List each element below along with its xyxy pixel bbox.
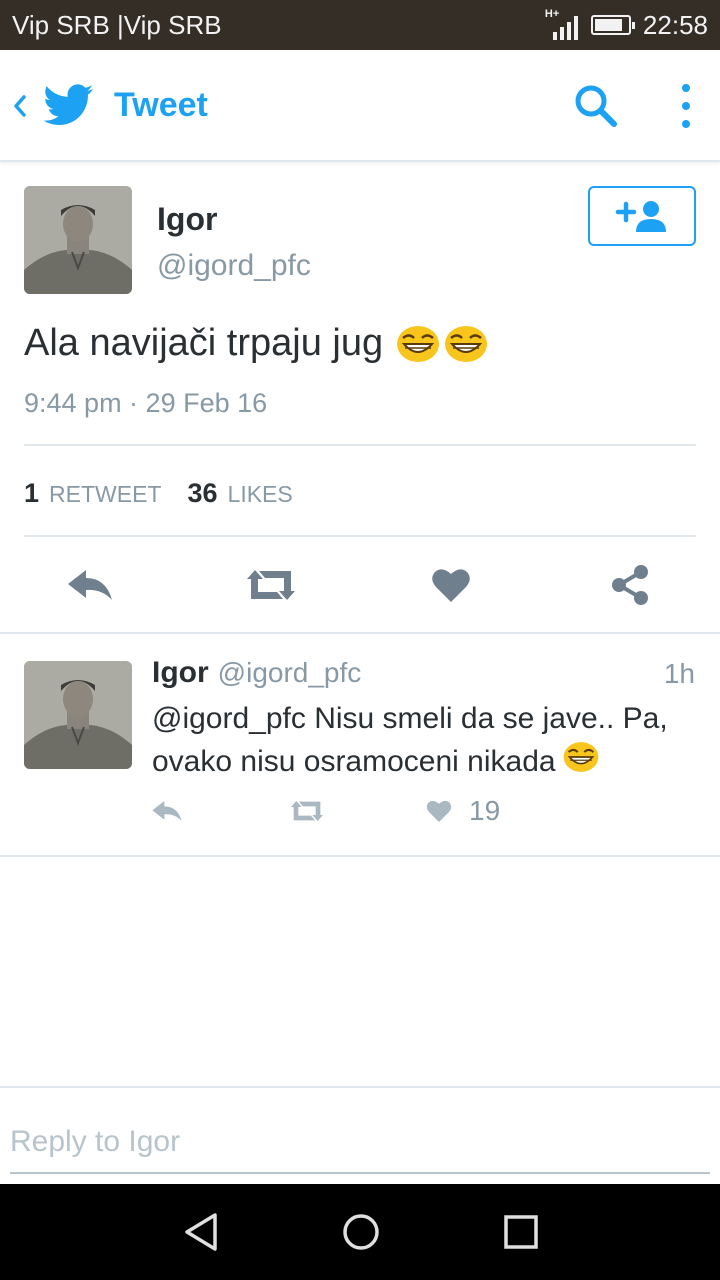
system-nav-bar	[0, 1184, 720, 1280]
heart-icon[interactable]	[428, 562, 474, 608]
clock: 22:58	[642, 9, 708, 40]
retweet-count[interactable]: 1	[24, 478, 39, 509]
reply-author-name[interactable]: Igor	[152, 656, 209, 690]
reply-input[interactable]	[10, 1120, 710, 1164]
retweet-icon[interactable]	[242, 562, 300, 608]
battery-icon	[590, 15, 635, 35]
reply-age: 1h	[663, 658, 695, 689]
status-icons: H+ 22:58	[545, 8, 708, 42]
reply-retweet-icon[interactable]	[287, 796, 327, 826]
tweet-timestamp: 9:44 pm · 29 Feb 16	[24, 388, 268, 418]
share-icon[interactable]	[606, 562, 654, 608]
twitter-bird-icon[interactable]	[43, 84, 94, 126]
author-name[interactable]: Igor	[157, 201, 217, 238]
reply-header: Igor @igord_pfc	[152, 656, 361, 690]
toolbar: Tweet	[0, 50, 720, 162]
laughing-emoji-icon	[397, 325, 440, 362]
laughing-emoji-icon	[445, 325, 488, 362]
search-icon[interactable]	[572, 82, 620, 130]
add-user-icon	[615, 201, 666, 232]
like-count[interactable]: 36	[187, 478, 217, 509]
signal-icon: H+	[545, 8, 579, 40]
tweet-stats: 1 RETWEET 36 LIKES	[24, 478, 319, 509]
reply-like-count: 19	[469, 795, 501, 826]
divider	[0, 632, 720, 634]
likes-label[interactable]: LIKES	[228, 481, 293, 508]
divider	[0, 855, 720, 857]
page-title: Tweet	[114, 86, 208, 124]
reply-text-block: @igord_pfc Nisu smeli da se jave.. Pa, o…	[152, 698, 700, 786]
follow-button[interactable]	[588, 186, 696, 246]
avatar[interactable]	[24, 186, 132, 294]
back-chevron-icon[interactable]	[8, 86, 32, 126]
tweet-emojis	[395, 324, 489, 364]
reply-avatar[interactable]	[24, 661, 132, 769]
divider	[24, 535, 696, 537]
retweet-label[interactable]: RETWEET	[49, 481, 161, 508]
tweet-text: Ala navijači trpaju jug	[24, 322, 384, 364]
reply-icon[interactable]	[64, 562, 116, 608]
divider	[24, 444, 696, 446]
more-vertical-icon[interactable]	[670, 80, 702, 132]
recents-square-icon[interactable]	[497, 1208, 545, 1256]
back-triangle-icon[interactable]	[177, 1208, 225, 1256]
composer-top-border	[0, 1086, 720, 1088]
tweet-text-row: Ala navijači trpaju jug	[24, 322, 489, 365]
home-circle-icon[interactable]	[337, 1208, 385, 1256]
carrier-label: Vip SRB |Vip SRB	[12, 10, 222, 40]
laughing-emoji-icon	[562, 740, 600, 786]
reply-author-handle[interactable]: @igord_pfc	[218, 657, 362, 689]
reply-heart-icon[interactable]	[424, 796, 454, 826]
reply-composer	[10, 1120, 710, 1174]
status-bar: Vip SRB |Vip SRB H+ 22:58	[0, 0, 720, 50]
author-handle[interactable]: @igord_pfc	[157, 249, 311, 283]
reply-reply-icon[interactable]	[150, 796, 184, 826]
